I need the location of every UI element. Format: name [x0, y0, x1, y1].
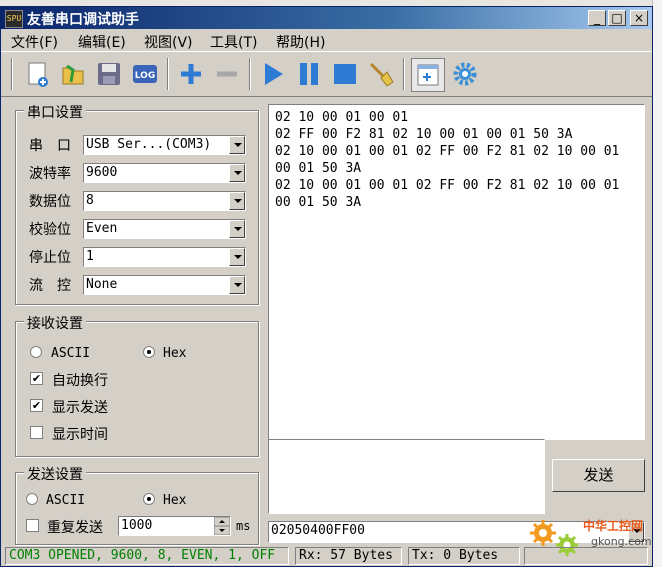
status-extra: [524, 547, 648, 565]
window-title: 友善串口调试助手: [27, 12, 139, 28]
send-ascii-radio[interactable]: [26, 493, 38, 505]
menu-edit[interactable]: 编辑(E): [78, 32, 126, 52]
interval-unit: ms: [236, 519, 251, 533]
receive-line: 02 10 00 01 00 01 02 FF 00 F2 81 02 10 0…: [275, 178, 620, 193]
pause-icon[interactable]: [293, 58, 325, 90]
title-bar[interactable]: SPU 友善串口调试助手 _ □ ×: [1, 7, 652, 29]
log-icon-label: LOG: [135, 71, 155, 81]
receive-line: 02 10 00 01 00 01 02 FF 00 F2 81 02 10 0…: [275, 144, 620, 159]
repeat-interval-value: 1000: [121, 518, 153, 533]
menu-help[interactable]: 帮助(H): [276, 32, 325, 52]
chevron-down-icon[interactable]: [229, 220, 245, 238]
send-hex-label: Hex: [163, 493, 187, 508]
toolbar: LOG: [1, 51, 652, 97]
show-send-label: 显示发送: [52, 400, 108, 416]
auto-wrap-checkbox[interactable]: ✔: [30, 372, 43, 385]
send-history-value: 02050400FF00: [271, 523, 365, 538]
receive-textarea[interactable]: 02 10 00 01 00 01 02 FF 00 F2 81 02 10 0…: [268, 104, 645, 440]
serial-settings-title: 串口设置: [24, 102, 86, 122]
toolbar-separator: [403, 58, 405, 90]
repeat-interval-input[interactable]: 1000: [118, 516, 231, 536]
save-icon[interactable]: [93, 58, 125, 90]
menu-file[interactable]: 文件(F): [11, 32, 58, 52]
toolbar-grip: [11, 58, 13, 90]
plus-icon[interactable]: [175, 58, 207, 90]
repeat-send-label: 重复发送: [47, 520, 103, 536]
menu-bar: 文件(F) 编辑(E) 视图(V) 工具(T) 帮助(H): [1, 29, 652, 51]
chevron-down-icon[interactable]: [229, 276, 245, 294]
receive-hex-label: Hex: [163, 346, 187, 361]
stop-bits-label: 停止位: [29, 250, 71, 266]
settings-gear-icon[interactable]: [449, 58, 481, 90]
send-settings-title: 发送设置: [24, 464, 86, 484]
receive-settings-title: 接收设置: [24, 313, 86, 333]
send-button[interactable]: 发送: [552, 459, 645, 492]
auto-wrap-label: 自动换行: [52, 373, 108, 389]
baud-rate-select[interactable]: 9600: [83, 163, 246, 183]
port-label: 串 口: [29, 138, 71, 154]
receive-hex-radio[interactable]: [143, 346, 155, 358]
data-bits-label: 数据位: [29, 194, 71, 210]
close-button[interactable]: ×: [630, 10, 648, 26]
new-window-icon[interactable]: [411, 58, 445, 92]
chevron-down-icon[interactable]: [229, 192, 245, 210]
data-bits-select[interactable]: 8: [83, 191, 246, 211]
receive-line: 02 FF 00 F2 81 02 10 00 01 00 01 50 3A: [275, 127, 573, 142]
toolbar-separator: [167, 58, 169, 90]
parity-value: Even: [86, 221, 118, 236]
repeat-send-checkbox[interactable]: [26, 519, 39, 532]
interval-spinner[interactable]: [213, 516, 231, 536]
menu-tools[interactable]: 工具(T): [210, 32, 257, 52]
receive-line: 00 01 50 3A: [275, 161, 362, 176]
send-textarea[interactable]: [268, 439, 545, 514]
serial-settings-group: 串口设置 串 口 USB Ser...(COM3) 波特率 9600 数据位 8…: [15, 102, 259, 305]
tx-counter: Tx: 0 Bytes: [408, 547, 520, 565]
receive-line: 02 10 00 01 00 01: [275, 110, 409, 125]
rx-counter: Rx: 57 Bytes: [295, 547, 402, 565]
receive-ascii-radio[interactable]: [30, 346, 42, 358]
receive-line: 00 01 50 3A: [275, 195, 362, 210]
baud-rate-value: 9600: [86, 165, 118, 180]
flow-control-value: None: [86, 277, 118, 292]
watermark-text: 中华工控网: [583, 518, 643, 533]
baud-rate-label: 波特率: [29, 166, 71, 182]
send-hex-radio[interactable]: [143, 493, 155, 505]
parity-select[interactable]: Even: [83, 219, 246, 239]
status-bar: COM3 OPENED, 9600, 8, EVEN, 1, OFF Rx: 5…: [1, 545, 652, 566]
new-file-icon[interactable]: [21, 58, 53, 90]
chevron-down-icon[interactable]: [229, 136, 245, 154]
port-select[interactable]: USB Ser...(COM3): [83, 135, 246, 155]
send-ascii-label: ASCII: [46, 493, 86, 508]
play-icon[interactable]: [257, 58, 289, 90]
data-bits-value: 8: [86, 193, 94, 208]
show-time-checkbox[interactable]: [30, 426, 43, 439]
flow-control-label: 流 控: [29, 278, 71, 294]
flow-control-select[interactable]: None: [83, 275, 246, 295]
minimize-button[interactable]: _: [588, 10, 606, 26]
port-value: USB Ser...(COM3): [86, 137, 212, 152]
open-file-icon[interactable]: [57, 58, 89, 90]
stop-icon[interactable]: [329, 58, 361, 90]
receive-settings-group: 接收设置 ASCII Hex ✔ 自动换行 ✔ 显示发送 显示时间: [15, 313, 259, 457]
maximize-button[interactable]: □: [608, 10, 626, 26]
app-icon: SPU: [5, 10, 23, 28]
clear-broom-icon[interactable]: [365, 58, 397, 90]
chevron-down-icon[interactable]: [229, 248, 245, 266]
stop-bits-select[interactable]: 1: [83, 247, 246, 267]
show-time-label: 显示时间: [52, 427, 108, 443]
app-window: SPU 友善串口调试助手 _ □ × 文件(F) 编辑(E) 视图(V) 工具(…: [0, 6, 653, 567]
chevron-down-icon[interactable]: [229, 164, 245, 182]
parity-label: 校验位: [29, 222, 71, 238]
background-right-edge: [652, 0, 662, 567]
show-send-checkbox[interactable]: ✔: [30, 399, 43, 412]
port-status: COM3 OPENED, 9600, 8, EVEN, 1, OFF: [5, 547, 289, 565]
stop-bits-value: 1: [86, 249, 94, 264]
send-settings-group: 发送设置 ASCII Hex 重复发送 1000 ms: [15, 464, 259, 545]
toolbar-separator: [249, 58, 251, 90]
menu-view[interactable]: 视图(V): [144, 32, 193, 52]
minus-icon[interactable]: [211, 58, 243, 90]
log-icon[interactable]: LOG: [129, 58, 161, 90]
receive-ascii-label: ASCII: [51, 346, 91, 361]
